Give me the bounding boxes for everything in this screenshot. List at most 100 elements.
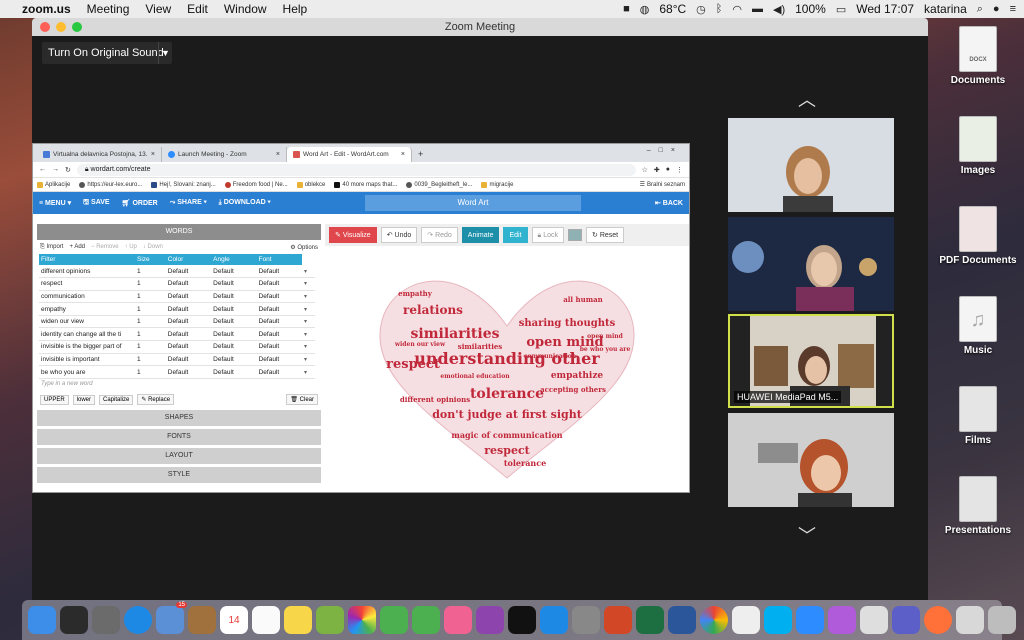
font-cell[interactable]: Default [256, 365, 303, 379]
clock[interactable]: Wed 17:07 [856, 2, 914, 16]
color-cell[interactable]: Default [165, 290, 212, 304]
import-button[interactable]: ⎘ Import [40, 244, 63, 251]
messages-icon[interactable] [412, 606, 440, 634]
uppercase-button[interactable]: UPPER [40, 394, 69, 405]
mail-icon[interactable]: 15 [156, 602, 187, 634]
word-cell[interactable]: different opinions [39, 265, 135, 279]
app-store-icon[interactable] [540, 606, 568, 634]
word-cell[interactable]: invisible is the bigger part of [39, 340, 135, 354]
browser-tab[interactable]: Launch Meeting - Zoom × [162, 147, 287, 162]
original-sound-button[interactable]: Turn On Original Sound ▼ [42, 42, 172, 64]
style-section[interactable]: STYLE [37, 466, 321, 483]
forward-arrow-icon[interactable]: → [52, 166, 59, 173]
bookmark-item[interactable]: 40 more maps that... [334, 181, 397, 188]
time-machine-icon[interactable]: ◷ [696, 3, 706, 16]
capitalize-button[interactable]: Capitalize [99, 394, 134, 405]
size-cell[interactable]: 1 [135, 315, 166, 329]
reminders-icon[interactable] [252, 606, 280, 634]
table-row[interactable]: be who you are 1 Default Default Default ▾ [39, 365, 315, 379]
desktop-item-images[interactable]: Images [938, 116, 1018, 176]
angle-cell[interactable]: Default [211, 315, 257, 329]
chevron-down-icon[interactable]: ▾ [302, 265, 315, 279]
size-cell[interactable]: 1 [135, 277, 166, 291]
zoom-status-icon[interactable]: ■ [623, 3, 630, 15]
url-field[interactable]: 🔒︎ wordart.com/create [76, 163, 636, 176]
firefox-icon[interactable] [924, 606, 952, 634]
zoom-icon[interactable] [796, 606, 824, 634]
system-preferences-icon[interactable] [572, 606, 600, 634]
angle-cell[interactable]: Default [211, 340, 257, 354]
finder-icon[interactable] [28, 606, 56, 634]
bookmark-item[interactable]: oblekce [296, 181, 325, 188]
skype-icon[interactable] [764, 606, 792, 634]
word-cell[interactable]: be who you are [39, 365, 135, 379]
color-cell[interactable]: Default [165, 353, 212, 367]
angle-cell[interactable]: Default [211, 265, 257, 279]
color-cell[interactable]: Default [165, 315, 212, 329]
options-button[interactable]: ⚙ Options [290, 244, 318, 251]
replace-button[interactable]: ✎ Replace [137, 394, 175, 406]
edit-tab[interactable]: Edit [503, 227, 528, 243]
new-word-input[interactable]: Type in a new word [37, 379, 321, 391]
desktop-item-documents[interactable]: DOCX Documents [938, 26, 1018, 86]
size-cell[interactable]: 1 [135, 290, 166, 304]
font-cell[interactable]: Default [256, 340, 303, 354]
background-color-swatch[interactable] [568, 229, 583, 241]
font-cell[interactable]: Default [256, 302, 303, 316]
spotlight-icon[interactable]: ⌕ [977, 3, 983, 16]
angle-cell[interactable]: Default [211, 290, 257, 304]
table-row[interactable]: respect 1 Default Default Default ▾ [39, 277, 315, 291]
size-cell[interactable]: 1 [135, 365, 166, 379]
scroll-up-icon[interactable]: ︿ [798, 86, 816, 112]
scroll-down-icon[interactable]: ﹀ [798, 522, 816, 548]
font-cell[interactable]: Default [256, 277, 303, 291]
excel-icon[interactable] [636, 606, 664, 634]
table-row[interactable]: widen our view 1 Default Default Default ▾ [39, 315, 315, 329]
word-cell[interactable]: respect [39, 277, 135, 291]
size-cell[interactable]: 1 [135, 302, 166, 316]
control-center-icon[interactable]: ≡ [1010, 3, 1016, 15]
photos-icon[interactable] [348, 606, 376, 634]
font-cell[interactable]: Default [256, 327, 303, 342]
table-row[interactable]: communication 1 Default Default Default ▾ [39, 290, 315, 304]
music-app-icon[interactable] [444, 606, 472, 634]
word-icon[interactable] [668, 606, 696, 634]
font-cell[interactable]: Default [256, 315, 303, 329]
order-button[interactable]: 🛒︎ ORDER [122, 199, 158, 207]
color-cell[interactable]: Default [165, 302, 212, 316]
close-tab-icon[interactable]: × [276, 151, 280, 158]
desktop-item-presentations[interactable]: Presentations [938, 476, 1018, 536]
save-button[interactable]: 🖫︎ SAVE [83, 198, 109, 209]
table-row[interactable]: identity can change all the ti 1 Default De… [39, 327, 315, 342]
profile-avatar-icon[interactable]: ● [666, 166, 670, 173]
wordart-title-field[interactable]: Word Art [365, 195, 581, 211]
download-button[interactable]: ⤓ DOWNLOAD ▾ [219, 199, 271, 207]
close-tab-icon[interactable]: × [401, 151, 405, 158]
reload-icon[interactable]: ↻ [65, 166, 71, 174]
close-tab-icon[interactable]: × [151, 151, 155, 158]
chevron-down-icon[interactable]: ▾ [302, 302, 315, 316]
participant-tile[interactable] [728, 413, 894, 507]
menu-button[interactable]: ≡ MENU ▾ [39, 199, 71, 207]
layout-section[interactable]: LAYOUT [37, 447, 321, 464]
desktop-item-music[interactable]: ♫ Music [938, 296, 1018, 356]
chevron-down-icon[interactable]: ▾ [302, 353, 315, 367]
animate-tab[interactable]: Animate [461, 227, 500, 243]
browser-menu-icon[interactable]: ⋮ [676, 166, 683, 174]
volume-icon[interactable]: ◀) [773, 3, 785, 16]
chevron-down-icon[interactable]: ▾ [302, 315, 315, 329]
add-button[interactable]: + Add [69, 244, 85, 250]
safari-icon[interactable] [124, 606, 152, 634]
words-header[interactable]: WORDS [37, 224, 321, 240]
bookmark-item[interactable]: Freedom food | Ne... [224, 181, 288, 188]
extensions-icon[interactable]: ✚ [654, 166, 660, 174]
size-cell[interactable]: 1 [135, 353, 166, 367]
star-icon[interactable]: ☆ [642, 166, 648, 174]
bluetooth-icon[interactable]: ᛒ [716, 3, 723, 15]
maps-icon[interactable] [316, 606, 344, 634]
wifi-icon[interactable]: ◠ [732, 3, 742, 16]
menu-help[interactable]: Help [283, 2, 308, 16]
angle-cell[interactable]: Default [211, 302, 257, 316]
chrome-icon[interactable] [700, 606, 728, 634]
chevron-down-icon[interactable]: ▼ [158, 42, 172, 64]
